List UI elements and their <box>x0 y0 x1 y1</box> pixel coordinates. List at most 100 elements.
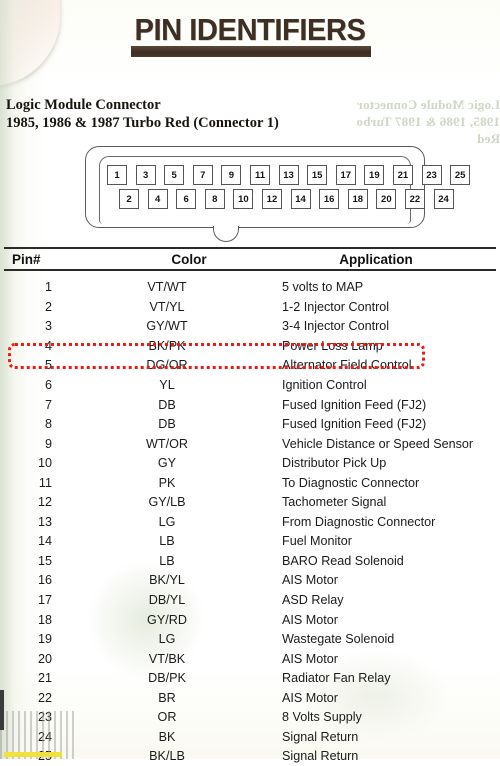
table-row: 1VT/WT5 volts to MAP <box>0 278 500 298</box>
cell-application: 1-2 Injector Control <box>282 300 500 314</box>
table-header-row: Pin# Color Application <box>0 249 500 269</box>
cell-color: LG <box>52 515 282 529</box>
page-title: PIN IDENTIFIERS <box>15 12 485 48</box>
column-header-color: Color <box>96 252 282 267</box>
pin-identifier-table: Pin# Color Application 1VT/WT5 volts to … <box>0 247 500 766</box>
cell-application: AIS Motor <box>282 652 500 666</box>
cell-pin: 5 <box>0 358 52 372</box>
cell-color: BK/YL <box>52 573 282 587</box>
cell-application: 8 Volts Supply <box>282 710 500 724</box>
table-row: 4BK/PKPower Loss Lamp <box>0 336 500 356</box>
cell-color: OR <box>52 710 282 724</box>
table-row: 17DB/YLASD Relay <box>0 590 500 610</box>
cell-pin: 11 <box>0 476 52 490</box>
cell-pin: 15 <box>0 554 52 568</box>
table-row: 9WT/ORVehicle Distance or Speed Sensor <box>0 434 500 454</box>
cell-application: Alternator Field Control <box>282 358 500 372</box>
cell-color: DB/PK <box>52 671 282 685</box>
table-row: 10GYDistributor Pick Up <box>0 453 500 473</box>
table-row: 7DBFused Ignition Feed (FJ2) <box>0 395 500 415</box>
title-underline-bar <box>131 46 371 57</box>
scan-color-strip <box>4 752 62 757</box>
connector-pin-6: 6 <box>176 189 196 209</box>
connector-pin-25: 25 <box>450 165 470 185</box>
connector-pin-2: 2 <box>119 189 139 209</box>
connector-pin-21: 21 <box>393 165 413 185</box>
cell-application: Signal Return <box>282 730 500 744</box>
column-header-pin: Pin# <box>0 252 96 267</box>
cell-color: BK/LB <box>52 749 282 763</box>
connector-pin-row-odd: 135791113151719212325 <box>107 165 470 185</box>
table-row: 24BKSignal Return <box>0 727 500 747</box>
cell-pin: 10 <box>0 456 52 470</box>
cell-pin: 8 <box>0 417 52 431</box>
scanned-page: Logic Module Connector 1985, 1986 & 1987… <box>0 0 500 759</box>
table-row: 18GY/RDAIS Motor <box>0 610 500 630</box>
connector-diagram: 135791113151719212325 246810121416182022… <box>85 144 425 240</box>
connector-pin-12: 12 <box>262 189 282 209</box>
connector-pin-18: 18 <box>348 189 368 209</box>
cell-application: Distributor Pick Up <box>282 456 500 470</box>
cell-color: BR <box>52 691 282 705</box>
connector-pin-9: 9 <box>221 165 241 185</box>
cell-color: LB <box>52 554 282 568</box>
table-row: 3GY/WT3-4 Injector Control <box>0 317 500 337</box>
cell-pin: 21 <box>0 671 52 685</box>
cell-application: AIS Motor <box>282 613 500 627</box>
cell-color: VT/YL <box>52 300 282 314</box>
column-header-application: Application <box>282 252 500 267</box>
cell-pin: 19 <box>0 632 52 646</box>
cell-application: BARO Read Solenoid <box>282 554 500 568</box>
connector-pin-14: 14 <box>291 189 311 209</box>
cell-pin: 12 <box>0 495 52 509</box>
cell-color: PK <box>52 476 282 490</box>
cell-color: GY/WT <box>52 319 282 333</box>
cell-pin: 7 <box>0 398 52 412</box>
table-row: 6YLIgnition Control <box>0 375 500 395</box>
table-row: 16BK/YLAIS Motor <box>0 571 500 591</box>
cell-color: VT/BK <box>52 652 282 666</box>
cell-application: Tachometer Signal <box>282 495 500 509</box>
cell-color: GY/LB <box>52 495 282 509</box>
connector-pin-24: 24 <box>434 189 454 209</box>
cell-application: ASD Relay <box>282 593 500 607</box>
cell-color: VT/WT <box>52 280 282 294</box>
connector-pin-16: 16 <box>319 189 339 209</box>
cell-application: Vehicle Distance or Speed Sensor <box>282 437 500 451</box>
connector-notch-mask <box>214 224 238 228</box>
connector-pin-15: 15 <box>307 165 327 185</box>
subtitle: Logic Module Connector 1985, 1986 & 1987… <box>6 96 426 132</box>
connector-pin-1: 1 <box>107 165 127 185</box>
connector-locking-notch <box>213 226 239 242</box>
subtitle-line-1: Logic Module Connector <box>6 96 426 114</box>
connector-pin-7: 7 <box>193 165 213 185</box>
cell-pin: 22 <box>0 691 52 705</box>
cell-color: GY <box>52 456 282 470</box>
cell-application: Wastegate Solenoid <box>282 632 500 646</box>
table-row: 15LBBARO Read Solenoid <box>0 551 500 571</box>
connector-pin-23: 23 <box>422 165 442 185</box>
cell-pin: 20 <box>0 652 52 666</box>
table-row: 22BRAIS Motor <box>0 688 500 708</box>
cell-pin: 17 <box>0 593 52 607</box>
cell-application: From Diagnostic Connector <box>282 515 500 529</box>
cell-application: 5 volts to MAP <box>282 280 500 294</box>
cell-color: LG <box>52 632 282 646</box>
connector-pin-20: 20 <box>376 189 396 209</box>
table-row: 13LGFrom Diagnostic Connector <box>0 512 500 532</box>
cell-color: BK/PK <box>52 339 282 353</box>
connector-pin-3: 3 <box>136 165 156 185</box>
cell-pin: 4 <box>0 339 52 353</box>
cell-color: DG/OR <box>52 358 282 372</box>
cell-pin: 14 <box>0 534 52 548</box>
page-title-wrap: PIN IDENTIFIERS <box>0 12 500 48</box>
table-row: 14LBFuel Monitor <box>0 532 500 552</box>
connector-pin-10: 10 <box>233 189 253 209</box>
cell-application: AIS Motor <box>282 691 500 705</box>
cell-application: Ignition Control <box>282 378 500 392</box>
connector-pin-19: 19 <box>364 165 384 185</box>
cell-application: Fused Ignition Feed (FJ2) <box>282 417 500 431</box>
table-row: 2VT/YL1-2 Injector Control <box>0 297 500 317</box>
connector-pin-5: 5 <box>164 165 184 185</box>
table-row: 8DBFused Ignition Feed (FJ2) <box>0 414 500 434</box>
